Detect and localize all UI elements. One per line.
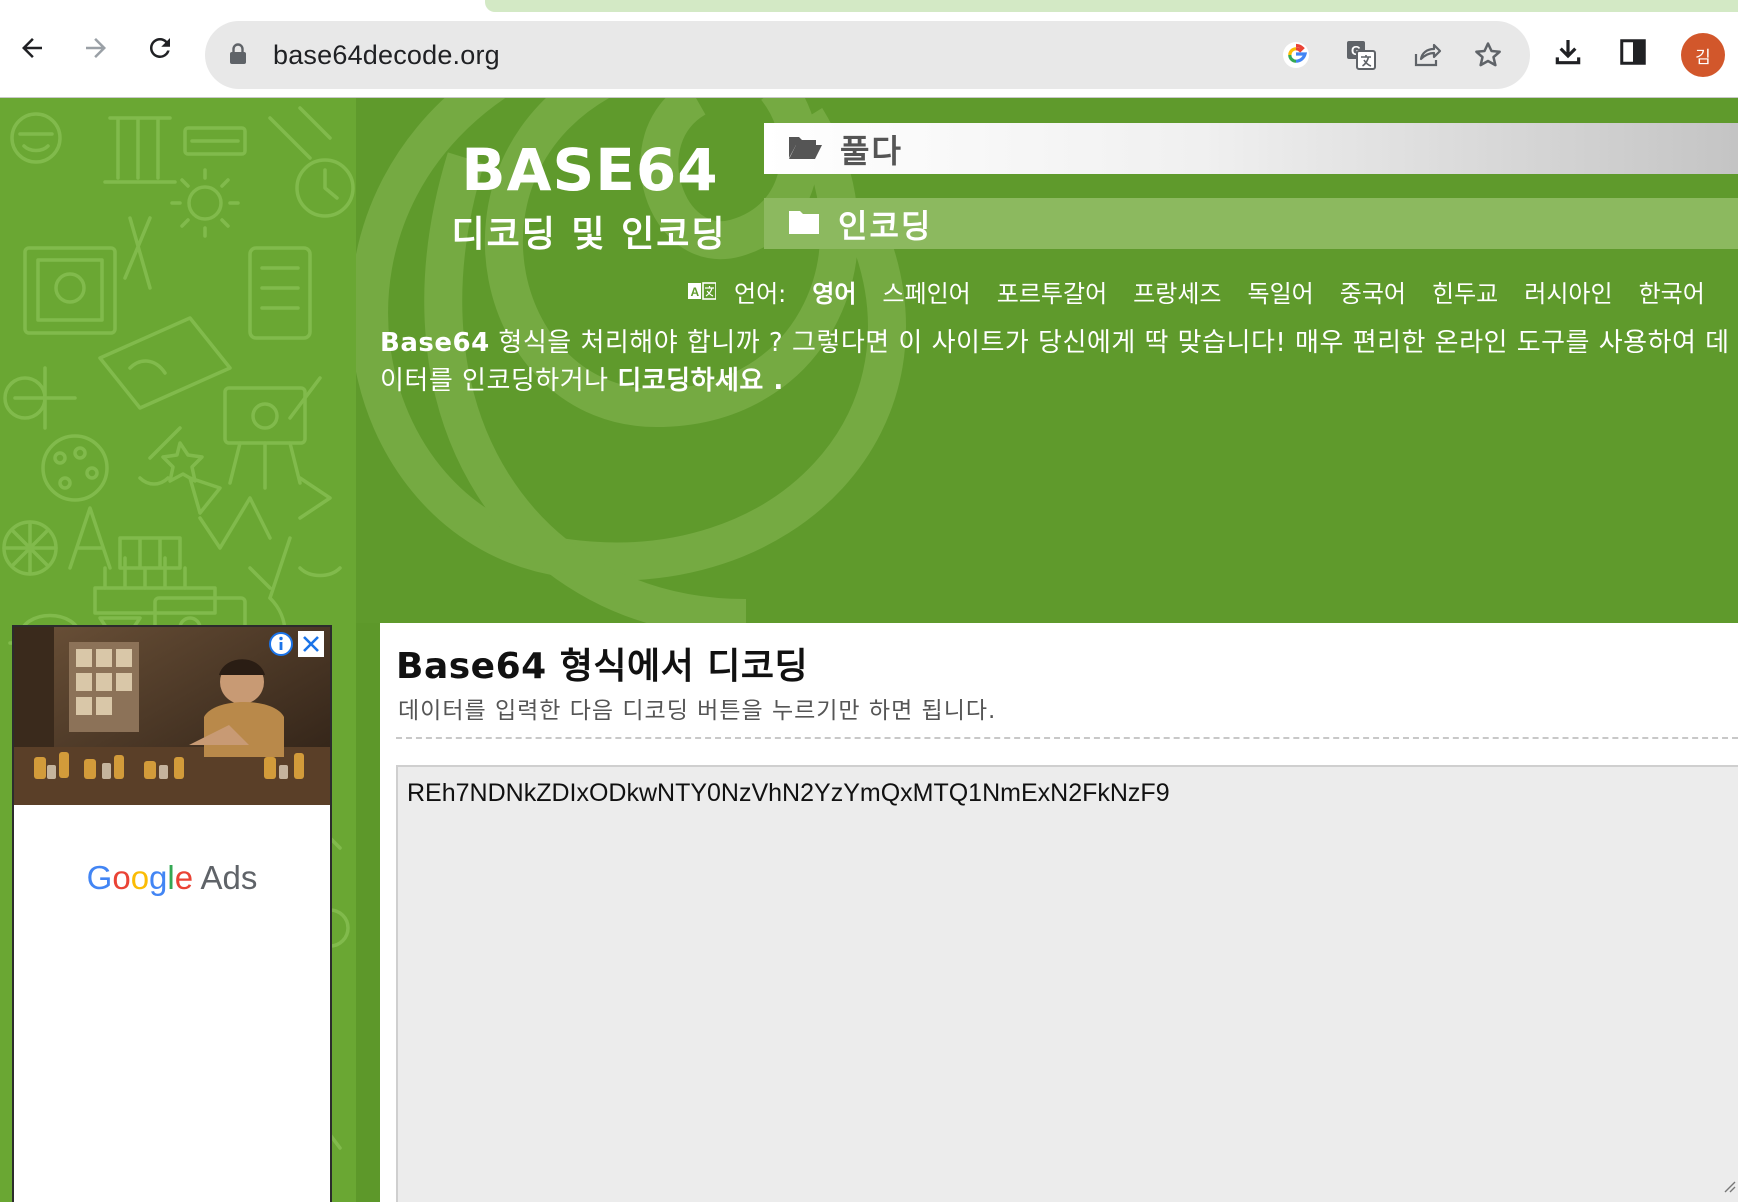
back-button[interactable] (12, 30, 52, 70)
ad-image[interactable] (14, 627, 330, 805)
share-icon[interactable] (1409, 37, 1445, 73)
download-icon (1552, 36, 1584, 72)
language-link-portuguese[interactable]: 포르투갈어 (997, 274, 1107, 309)
google-ad-banner[interactable]: Google Ads (12, 625, 332, 1202)
back-icon (17, 33, 47, 67)
language-link-english[interactable]: 영어 (812, 274, 856, 309)
side-panel-icon (1618, 37, 1648, 71)
intro-text: Base64 형식을 처리해야 합니까 ? 그렇다면 이 사이트가 당신에게 딱… (380, 324, 1738, 400)
language-link-spanish[interactable]: 스페인어 (882, 274, 970, 309)
card-description: 데이터를 입력한 다음 디코딩 버튼을 누르기만 하면 됩니다. (398, 698, 997, 724)
ad-info-icon[interactable] (268, 631, 294, 657)
ad-brand-letter: o (130, 859, 150, 896)
language-link-german[interactable]: 독일어 (1247, 274, 1313, 309)
folder-icon (788, 209, 820, 239)
download-button[interactable] (1548, 34, 1588, 74)
card-title: Base64 형식에서 디코딩 (396, 646, 809, 687)
site-header: BASE64 디코딩 및 인코딩 풀다 인코딩 A 언어: 영어 스페인어 포르… (356, 98, 1738, 623)
svg-text:A: A (691, 285, 700, 299)
language-link-russian[interactable]: 러시아인 (1524, 274, 1612, 309)
ad-close-icon[interactable] (298, 631, 324, 657)
decode-menu-label: 풀다 (840, 131, 903, 170)
google-ads-logo: Google Ads (14, 859, 330, 897)
folder-open-icon (788, 134, 822, 164)
site-logo-title[interactable]: BASE64 (440, 136, 740, 204)
decode-input-value[interactable]: REh7NDNkZDIxODkwNTY0NzVhN2YzYmQxMTQ1NmEx… (407, 779, 1170, 807)
google-lens-icon[interactable] (1278, 37, 1314, 73)
lock-icon[interactable] (229, 43, 247, 69)
active-tab-edge[interactable] (485, 0, 1738, 12)
ad-brand-letter: g (149, 859, 168, 896)
site-logo-subtitle[interactable]: 디코딩 및 인코딩 (424, 205, 754, 257)
browser-toolbar: base64decode.org G 김 (0, 12, 1738, 98)
side-panel-button[interactable] (1613, 34, 1653, 74)
encode-menu-label: 인코딩 (838, 206, 933, 245)
ad-brand-letter: e (174, 859, 194, 896)
language-link-korean[interactable]: 한국어 (1639, 274, 1705, 309)
reload-button[interactable] (140, 30, 180, 70)
ad-brand-letter: o (112, 859, 131, 896)
intro-body: 형식을 처리해야 합니까 ? 그렇다면 이 사이트가 당신에게 딱 맞습니다! … (380, 328, 1730, 396)
language-label: 언어: (734, 280, 787, 308)
language-link-french[interactable]: 프랑세즈 (1133, 274, 1221, 309)
reload-icon (145, 33, 175, 67)
web-page: BASE64 디코딩 및 인코딩 풀다 인코딩 A 언어: 영어 스페인어 포르… (0, 98, 1738, 1202)
url-text[interactable]: base64decode.org (273, 40, 500, 71)
decode-card: Base64 형식에서 디코딩 데이터를 입력한 다음 디코딩 버튼을 누르기만… (380, 623, 1738, 1202)
encode-menu-button[interactable]: 인코딩 (764, 198, 1738, 249)
decode-input-textarea[interactable]: REh7NDNkZDIxODkwNTY0NzVhN2YzYmQxMTQ1NmEx… (396, 765, 1738, 1202)
language-selector: A 언어: 영어 스페인어 포르투갈어 프랑세즈 독일어 중국어 힌두교 러시아… (688, 274, 1731, 309)
resize-grip-icon[interactable] (1722, 1171, 1736, 1200)
ad-brand-letter: G (86, 859, 113, 896)
bookmark-star-icon[interactable] (1470, 37, 1506, 73)
card-divider (396, 737, 1738, 739)
language-link-hindi[interactable]: 힌두교 (1432, 274, 1498, 309)
ad-brand-suffix: Ads (193, 859, 258, 896)
profile-avatar[interactable]: 김 (1681, 33, 1725, 77)
forward-button[interactable] (76, 30, 116, 70)
tab-strip (0, 0, 1738, 12)
intro-highlight-decode[interactable]: 디코딩하세요 . (617, 366, 783, 396)
decode-menu-button[interactable]: 풀다 (764, 123, 1738, 174)
language-link-chinese[interactable]: 중국어 (1340, 274, 1406, 309)
language-icon: A (688, 278, 717, 306)
translate-icon[interactable]: G (1343, 37, 1379, 73)
address-bar[interactable]: base64decode.org G (205, 21, 1530, 89)
forward-icon (81, 33, 111, 67)
intro-highlight-base64: Base64 (380, 328, 490, 358)
ad-brand-letter: l (167, 859, 175, 896)
